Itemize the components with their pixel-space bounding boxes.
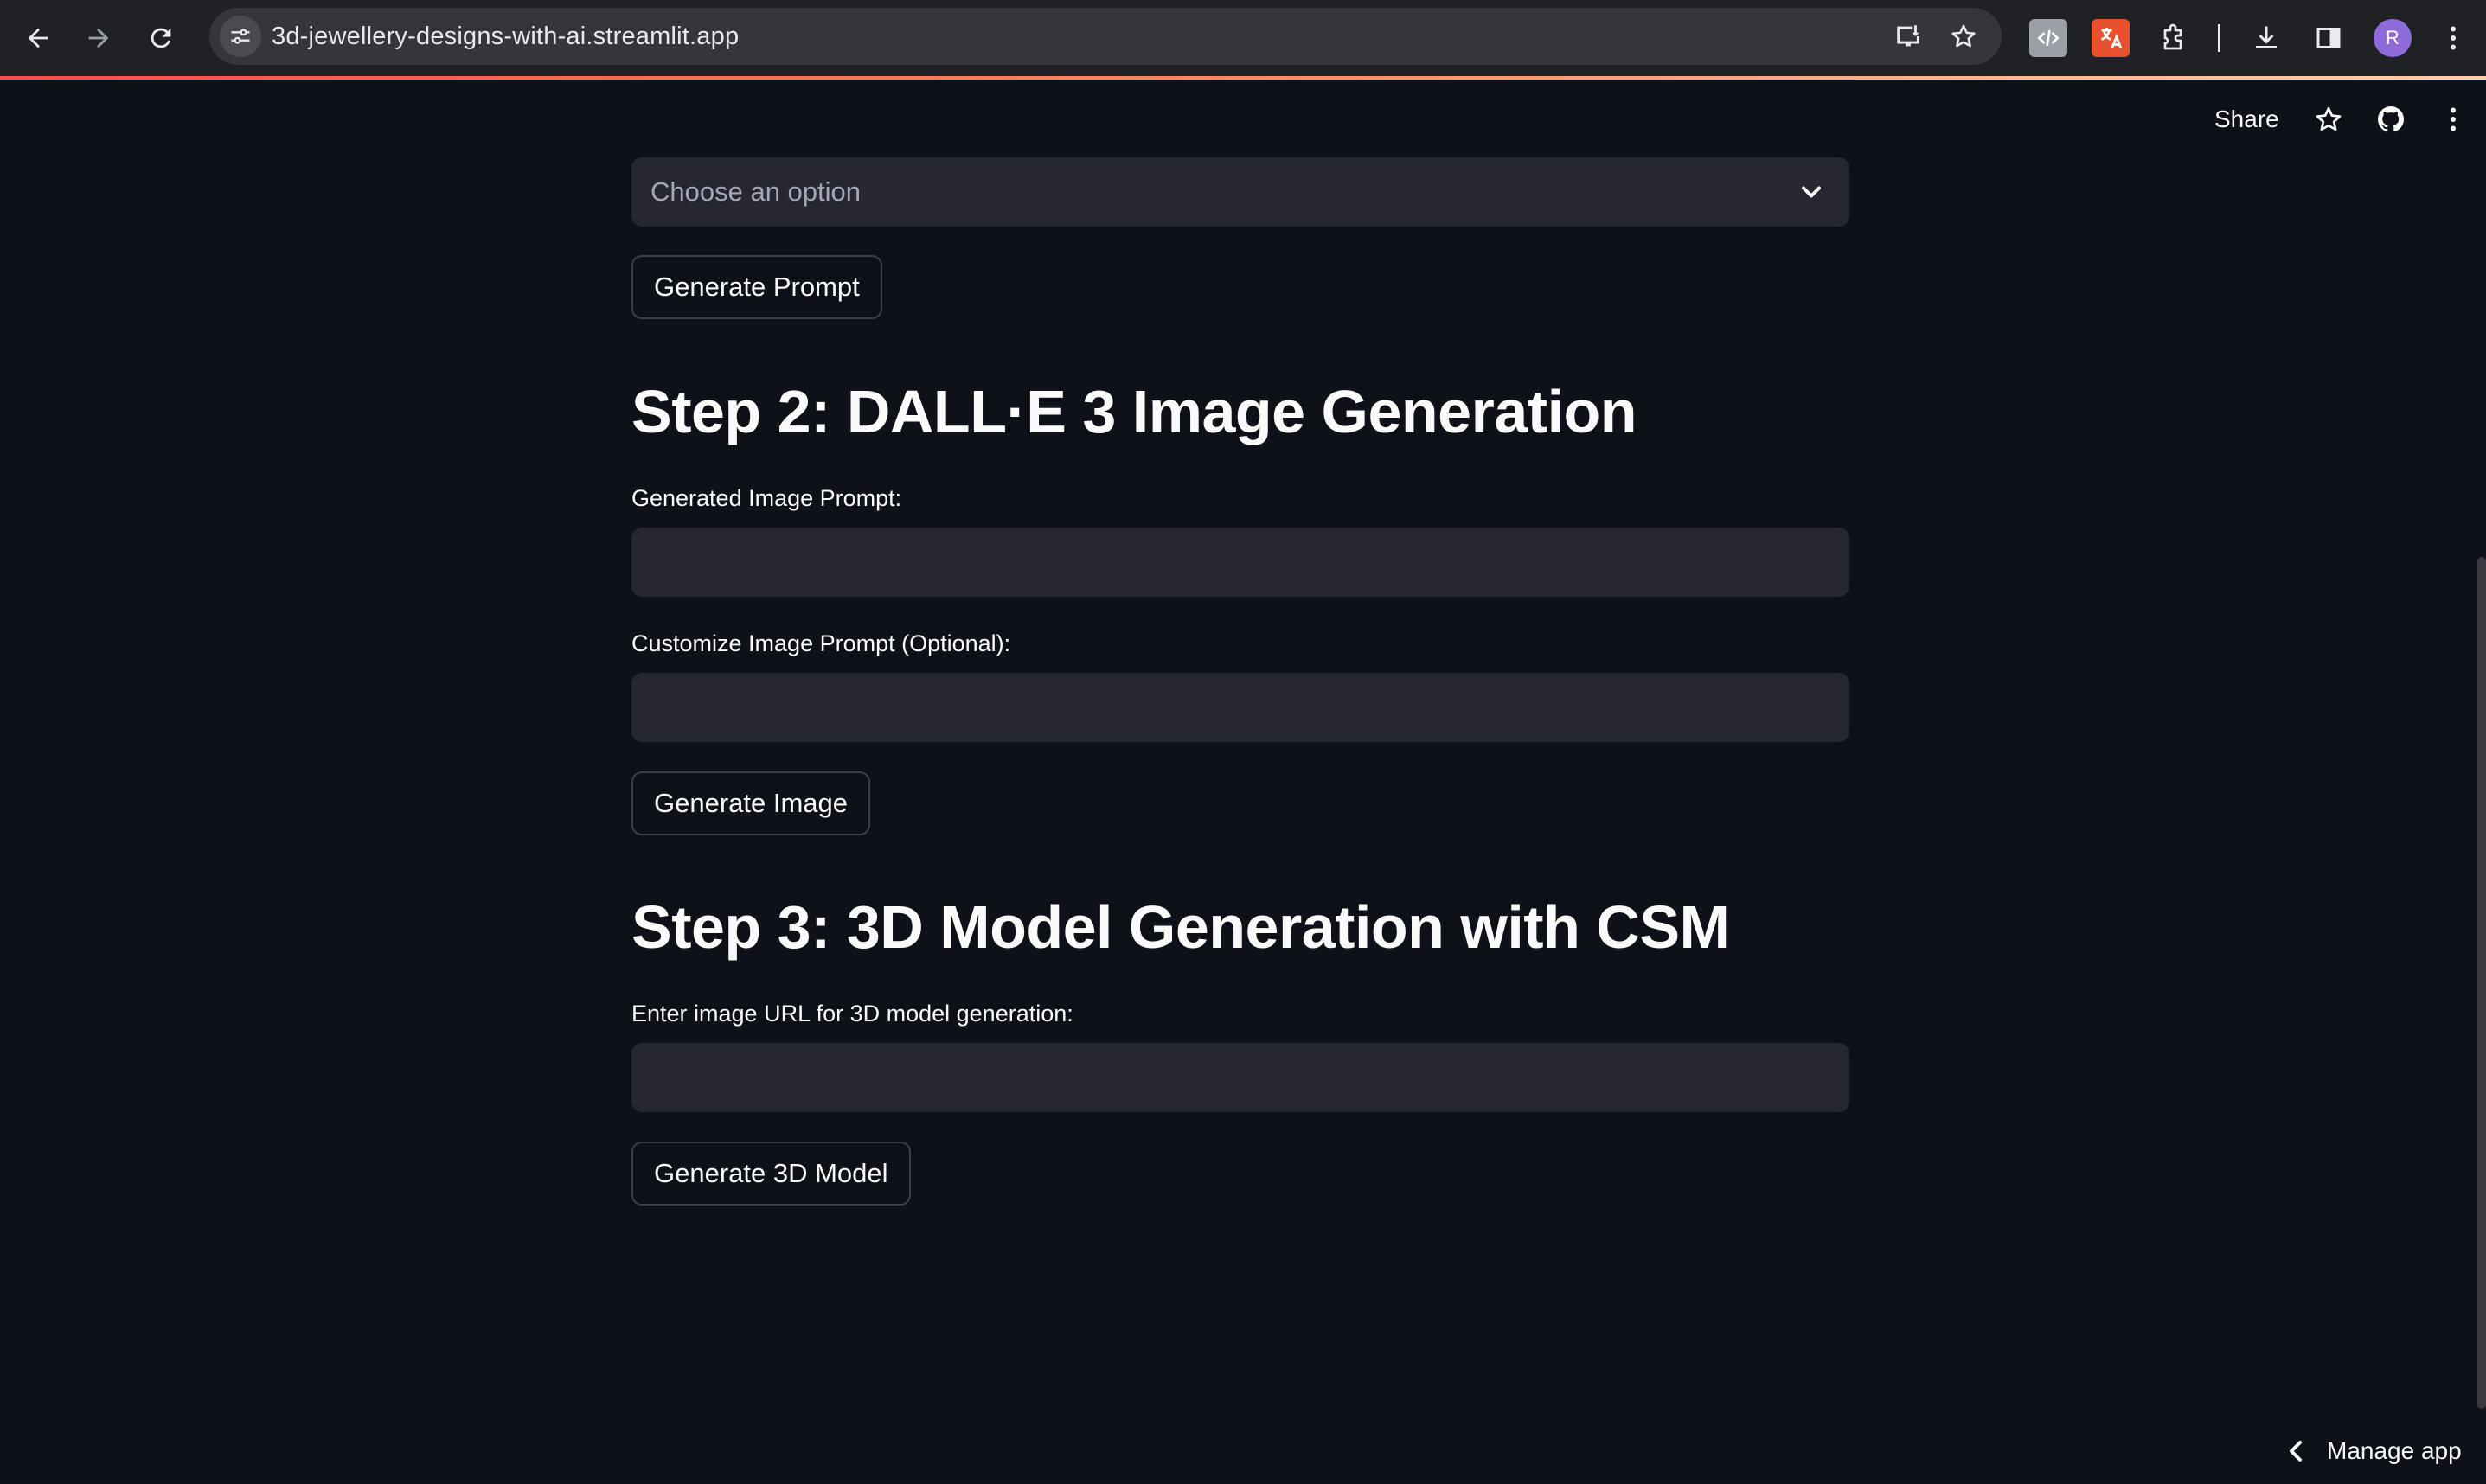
customize-prompt-input[interactable] <box>631 673 1849 742</box>
star-icon <box>1951 24 1976 48</box>
forward-button[interactable] <box>76 16 121 61</box>
app-menu-button[interactable] <box>2436 102 2470 137</box>
app-header: Share <box>0 80 2486 159</box>
browser-toolbar: 3d-jewellery-designs-with-ai.streamlit.a… <box>0 0 2486 76</box>
star-icon <box>2316 106 2342 131</box>
step3-heading: Step 3: 3D Model Generation with CSM <box>631 893 1730 961</box>
tune-icon <box>231 29 250 44</box>
install-app-button[interactable] <box>1891 19 1925 54</box>
image-url-label: Enter image URL for 3D model generation: <box>631 1001 1073 1027</box>
generate-3d-model-button[interactable]: Generate 3D Model <box>631 1142 911 1206</box>
profile-avatar[interactable]: R <box>2374 19 2412 57</box>
step2-heading: Step 2: DALL·E 3 Image Generation <box>631 378 1637 445</box>
favorite-button[interactable] <box>2311 102 2346 137</box>
generated-prompt-input[interactable] <box>631 528 1849 597</box>
download-icon <box>2256 26 2277 48</box>
bookmark-button[interactable] <box>1946 19 1981 54</box>
share-button[interactable]: Share <box>2214 106 2279 133</box>
generate-prompt-button[interactable]: Generate Prompt <box>631 255 882 319</box>
customize-prompt-label: Customize Image Prompt (Optional): <box>631 630 1011 656</box>
reload-icon <box>151 28 171 48</box>
back-button[interactable] <box>16 16 61 61</box>
translate-extension-button[interactable] <box>2092 19 2130 57</box>
downloads-button[interactable] <box>2247 19 2285 57</box>
extensions-button[interactable] <box>2154 19 2192 57</box>
manage-app-button[interactable]: Manage app <box>2258 1418 2486 1484</box>
devtools-extension-button[interactable] <box>2029 19 2067 57</box>
github-button[interactable] <box>2374 102 2408 137</box>
address-bar[interactable]: 3d-jewellery-designs-with-ai.streamlit.a… <box>209 8 2002 65</box>
arrow-right-icon <box>88 28 109 48</box>
github-icon <box>2378 106 2404 132</box>
translate-icon <box>2101 28 2123 49</box>
page-scrollbar[interactable] <box>2477 557 2486 1409</box>
code-icon <box>2037 29 2060 47</box>
option-select[interactable]: Choose an option <box>631 157 1849 227</box>
generate-image-button[interactable]: Generate Image <box>631 771 871 835</box>
kebab-menu-icon <box>2451 107 2456 131</box>
arrow-left-icon <box>28 28 48 48</box>
install-app-icon <box>1897 25 1919 47</box>
chevron-left-icon <box>2290 1441 2302 1462</box>
browser-menu-button[interactable] <box>2434 19 2472 57</box>
select-placeholder: Choose an option <box>650 176 862 207</box>
chevron-down-icon <box>1802 186 1821 198</box>
puzzle-icon <box>2163 23 2182 50</box>
side-panel-icon <box>2316 28 2341 48</box>
kebab-menu-icon <box>2451 26 2456 50</box>
site-info-button[interactable] <box>220 16 261 57</box>
image-url-input[interactable] <box>631 1043 1849 1112</box>
reload-button[interactable] <box>138 16 183 61</box>
toolbar-divider <box>2218 24 2220 52</box>
side-panel-button[interactable] <box>2310 19 2348 57</box>
generated-prompt-label: Generated Image Prompt: <box>631 485 902 511</box>
manage-app-label: Manage app <box>2327 1437 2462 1464</box>
url-text[interactable]: 3d-jewellery-designs-with-ai.streamlit.a… <box>272 8 739 65</box>
